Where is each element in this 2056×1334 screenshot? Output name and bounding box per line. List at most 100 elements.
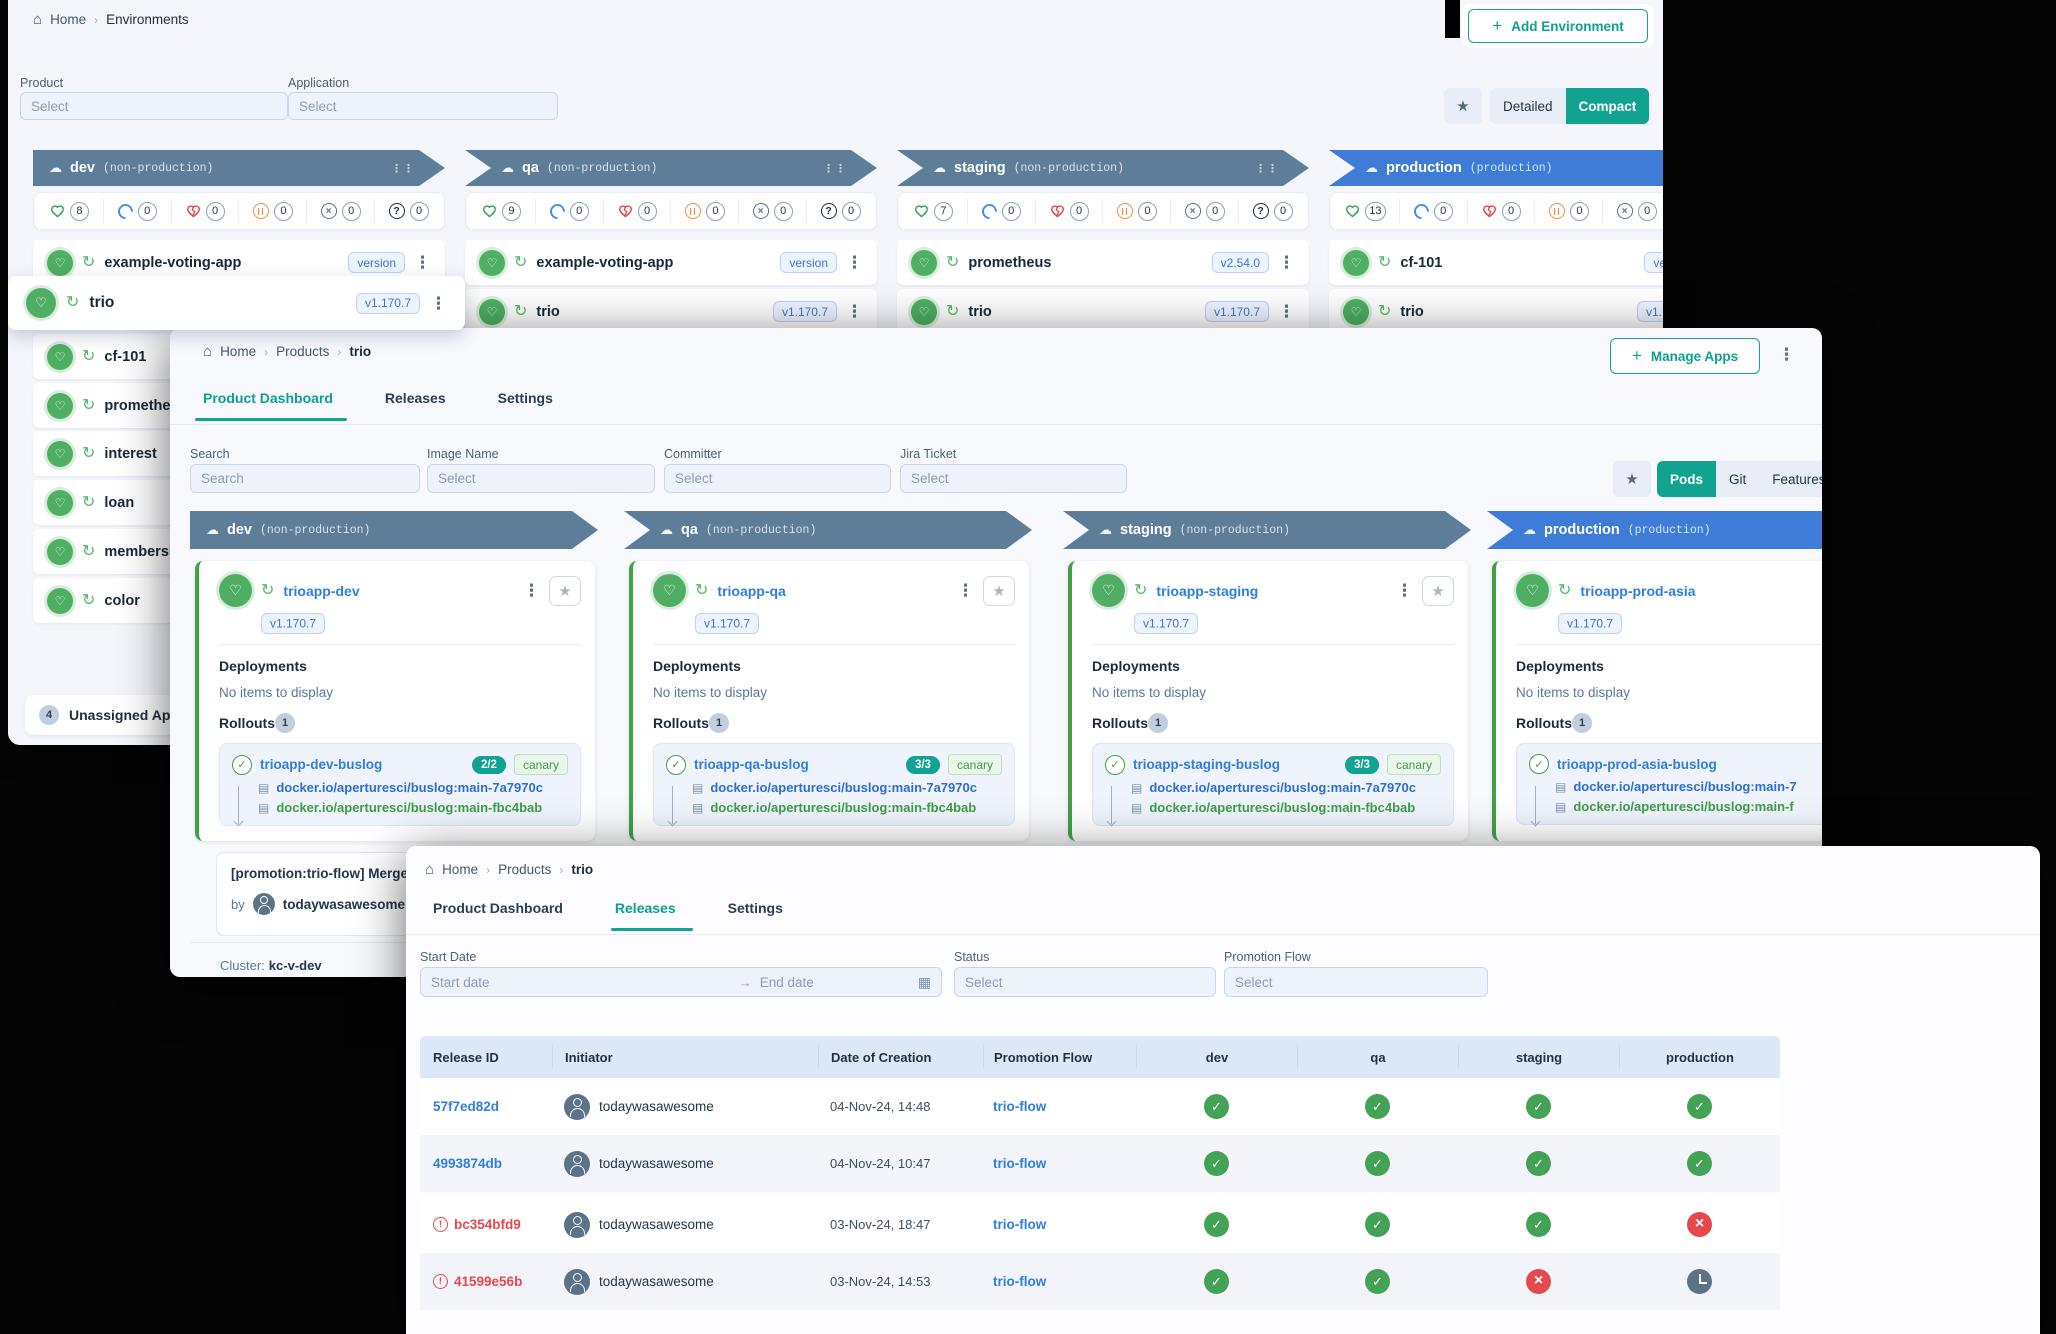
rollout-card[interactable]: ✓ trioapp-qa-buslog 3/3 canary ▤docker.i… [653,743,1015,826]
committer-select[interactable] [664,464,891,493]
release-id-link[interactable]: 41599e56b [454,1274,522,1289]
breadcrumb-home[interactable]: Home [442,862,478,877]
app-name[interactable]: prometheus [968,255,1051,271]
release-id-link[interactable]: 4993874db [433,1156,502,1171]
kebab-menu-icon[interactable]: ⋮ [846,254,863,271]
app-name[interactable]: trio [536,304,559,320]
env-header-dev[interactable]: ☁ dev (non-production) ⋮⋮ [33,150,445,186]
app-name[interactable]: cf-101 [104,349,146,365]
app-name[interactable]: example-voting-app [536,255,673,271]
app-name[interactable]: color [104,593,139,609]
breadcrumb-products[interactable]: Products [498,862,551,877]
kebab-menu-icon[interactable]: ⋮ [430,295,447,312]
header-qa[interactable]: qa [1297,1045,1458,1069]
features-view-option[interactable]: Features [1759,461,1822,497]
release-id-link[interactable]: 57f7ed82d [433,1099,499,1114]
promotion-flow-link[interactable]: trio-flow [993,1156,1046,1171]
image-ref[interactable]: docker.io/aperturesci/buslog:main-7a7970… [1149,780,1416,795]
image-name-select[interactable] [427,464,655,493]
env-header-staging[interactable]: ☁ staging (non-production) [1063,511,1471,549]
date-range-input[interactable]: Start date → End date ▦ [420,967,942,997]
release-row[interactable]: 57f7ed82d todaywasawesome 04-Nov-24, 14:… [420,1078,1780,1135]
header-date-of-creation[interactable]: Date of Creation [818,1045,983,1069]
header-staging[interactable]: staging [1458,1045,1619,1069]
release-row[interactable]: !bc354bfd9 todaywasawesome 03-Nov-24, 18… [420,1196,1780,1253]
image-ref[interactable]: docker.io/aperturesci/buslog:main-7a7970… [276,780,543,795]
rollout-link[interactable]: trioapp-prod-asia-buslog [1557,757,1717,772]
app-link[interactable]: trioapp-prod-asia [1580,583,1695,599]
kebab-menu-icon[interactable]: ⋮ [1278,303,1295,320]
compact-view-option[interactable]: Compact [1566,88,1650,124]
detailed-view-option[interactable]: Detailed [1490,88,1566,124]
release-row[interactable]: 4993874db todaywasawesome 04-Nov-24, 10:… [420,1135,1780,1192]
header-dev[interactable]: dev [1136,1045,1297,1069]
app-row[interactable]: example-voting-app version ⋮ [465,240,877,285]
app-name[interactable]: trio [1400,304,1423,320]
home-icon[interactable]: ⌂ [33,12,42,27]
commit-author[interactable]: todaywasawesome [283,897,405,912]
image-ref[interactable]: docker.io/aperturesci/buslog:main-fbc4ba… [1149,800,1415,815]
drag-handle-icon[interactable]: ⋮⋮ [823,162,847,175]
env-header-qa[interactable]: ☁ qa (non-production) [624,511,1032,549]
favorites-star-button[interactable]: ★ [1444,88,1482,124]
tab-settings[interactable]: Settings [728,900,783,916]
header-production[interactable]: production [1619,1045,1780,1069]
home-icon[interactable]: ⌂ [203,344,212,359]
tab-settings[interactable]: Settings [498,390,553,406]
release-row[interactable]: !41599e56b todaywasawesome 03-Nov-24, 14… [420,1253,1780,1310]
breadcrumb-home[interactable]: Home [220,344,256,359]
app-name[interactable]: example-voting-app [104,255,241,271]
env-header-dev[interactable]: ☁ dev (non-production) [190,511,598,549]
tab-releases[interactable]: Releases [615,900,676,916]
env-header-qa[interactable]: ☁ qa (non-production) ⋮⋮ [465,150,877,186]
promotion-flow-select[interactable] [1224,967,1488,997]
add-environment-button[interactable]: + Add Environment [1468,9,1648,43]
kebab-menu-icon[interactable]: ⋮ [523,582,540,599]
drag-handle-icon[interactable]: ⋮⋮ [1255,162,1279,175]
kebab-menu-icon[interactable]: ⋮ [1278,254,1295,271]
env-header-staging[interactable]: ☁ staging (non-production) ⋮⋮ [897,150,1309,186]
calendar-icon[interactable]: ▦ [918,974,931,991]
header-release-id[interactable]: Release ID [420,1045,552,1069]
app-link[interactable]: trioapp-staging [1156,583,1258,599]
rollout-link[interactable]: trioapp-dev-buslog [260,757,382,772]
favorite-star-button[interactable]: ★ [983,576,1015,606]
drag-handle-icon[interactable]: ⋮⋮ [391,162,415,175]
app-row[interactable]: cf-101 version ⋮ [1329,240,1663,285]
kebab-menu-icon[interactable]: ⋮ [1820,582,1822,599]
app-name[interactable]: trio [968,304,991,320]
image-ref[interactable]: docker.io/aperturesci/buslog:main-7a7970… [710,780,977,795]
app-link[interactable]: trioapp-qa [717,583,785,599]
image-ref[interactable]: docker.io/aperturesci/buslog:main-f [1573,799,1793,814]
header-initiator[interactable]: Initiator [552,1045,818,1069]
search-input[interactable] [190,464,420,493]
image-ref[interactable]: docker.io/aperturesci/buslog:main-fbc4ba… [710,800,976,815]
rollout-card[interactable]: ✓ trioapp-dev-buslog 2/2 canary ▤docker.… [219,743,581,826]
promotion-flow-link[interactable]: trio-flow [993,1217,1046,1232]
favorite-star-button[interactable]: ★ [549,576,581,606]
image-ref[interactable]: docker.io/aperturesci/buslog:main-fbc4ba… [276,800,542,815]
app-name[interactable]: loan [104,495,134,511]
breadcrumb-home[interactable]: Home [50,12,86,27]
image-ref[interactable]: docker.io/aperturesci/buslog:main-7 [1573,779,1796,794]
app-link[interactable]: trioapp-dev [283,583,359,599]
kebab-menu-icon[interactable]: ⋮ [846,303,863,320]
env-header-production[interactable]: ☁ production (production) [1487,511,1822,549]
header-promotion-flow[interactable]: Promotion Flow [983,1045,1136,1069]
kebab-menu-icon[interactable]: ⋮ [414,254,431,271]
window-kebab-menu-icon[interactable]: ⋮ [1778,346,1795,363]
manage-apps-button[interactable]: + Manage Apps [1610,338,1760,374]
rollout-link[interactable]: trioapp-staging-buslog [1133,757,1280,772]
app-row-trio-hovered[interactable]: trio v1.170.7 ⋮ [8,276,465,330]
breadcrumb-products[interactable]: Products [276,344,329,359]
status-select[interactable] [954,967,1216,997]
promotion-flow-link[interactable]: trio-flow [993,1274,1046,1289]
product-filter-input[interactable] [20,92,288,120]
promotion-flow-link[interactable]: trio-flow [993,1099,1046,1114]
favorite-star-button[interactable]: ★ [1422,576,1454,606]
kebab-menu-icon[interactable]: ⋮ [957,582,974,599]
pods-view-option[interactable]: Pods [1657,461,1716,497]
jira-ticket-select[interactable] [900,464,1127,493]
tab-product-dashboard[interactable]: Product Dashboard [203,390,333,406]
favorites-star-button[interactable]: ★ [1613,461,1651,497]
